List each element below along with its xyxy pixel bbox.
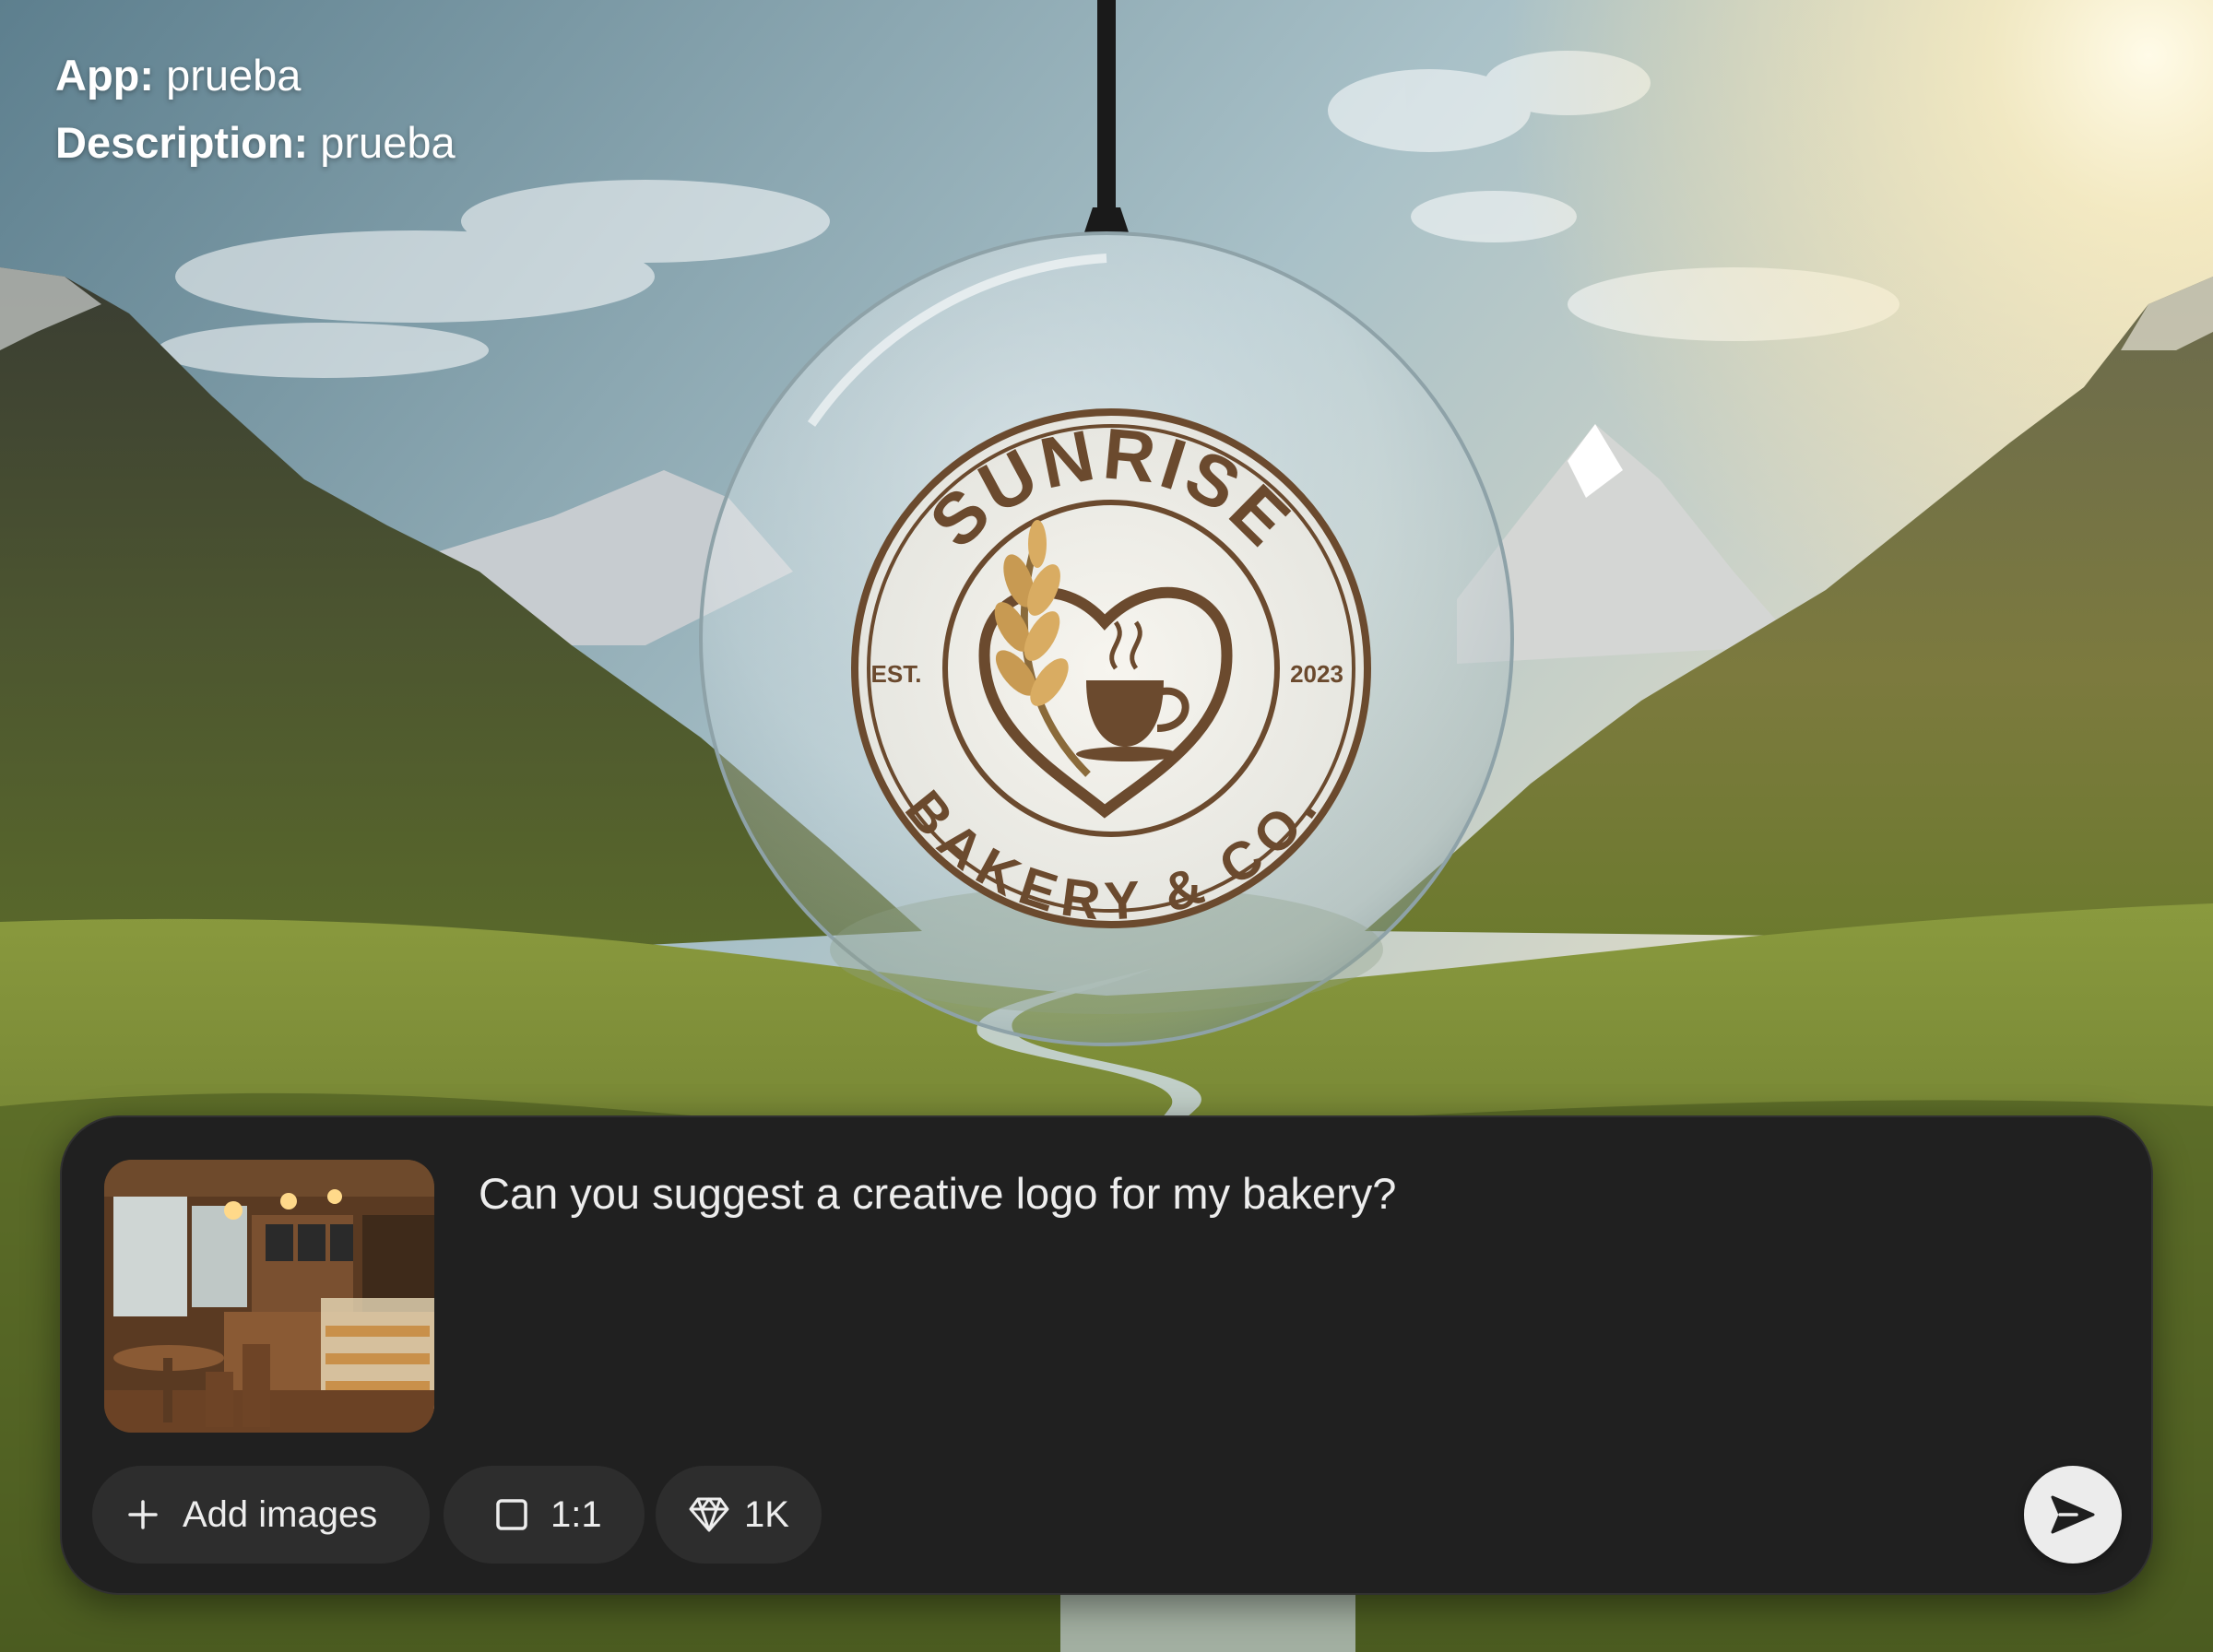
plus-icon [127,1499,159,1530]
aspect-ratio-label: 1:1 [550,1493,602,1535]
attached-image-thumbnail[interactable] [104,1160,434,1433]
add-images-label: Add images [183,1493,378,1535]
aspect-ratio-button[interactable]: 1:1 [444,1466,645,1564]
send-arrow-icon [2049,1493,2097,1536]
logo-right-text: 2023 [1290,660,1343,688]
prompt-text[interactable]: Can you suggest a creative logo for my b… [479,1165,2041,1221]
app-name: prueba [166,51,302,100]
resolution-button[interactable]: 1K [656,1466,822,1564]
description-text: prueba [320,118,456,167]
add-images-button[interactable]: Add images [92,1466,430,1564]
logo-left-text: EST. [871,660,922,688]
prompt-composer: Can you suggest a creative logo for my b… [60,1115,2153,1595]
app-info: App: prueba [55,53,301,97]
app-label: App: [55,51,155,100]
description-label: Description: [55,118,309,167]
bakery-interior-image [104,1160,434,1433]
resolution-label: 1K [744,1493,789,1535]
square-icon [495,1498,528,1531]
sunrise-bakery-logo: SUNRISE BAKERY & CO. EST. 2023 [851,408,1371,931]
diamond-icon [689,1496,729,1533]
description-info: Description: prueba [55,121,456,164]
send-button[interactable] [2024,1466,2122,1564]
